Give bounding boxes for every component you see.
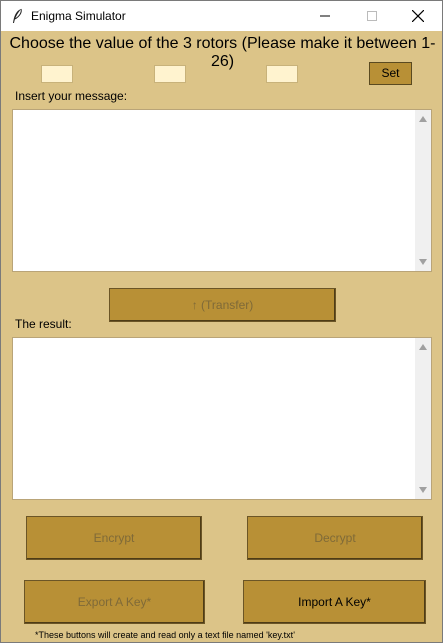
set-button[interactable]: Set [369, 62, 412, 85]
scroll-down-icon[interactable] [419, 259, 427, 265]
window-title: Enigma Simulator [31, 9, 126, 23]
decrypt-button[interactable]: Decrypt [247, 516, 423, 560]
result-scrollbar[interactable] [415, 338, 431, 499]
rotor-2-input[interactable] [154, 65, 186, 83]
rotor-3-input[interactable] [266, 65, 298, 83]
message-label: Insert your message: [15, 89, 128, 103]
message-scrollbar[interactable] [415, 110, 431, 271]
scroll-up-icon[interactable] [419, 116, 427, 122]
close-icon [412, 10, 424, 22]
encrypt-button[interactable]: Encrypt [26, 516, 202, 560]
rotor-1-input[interactable] [41, 65, 73, 83]
import-key-button[interactable]: Import A Key* [243, 580, 426, 624]
scroll-up-icon[interactable] [419, 344, 427, 350]
result-textarea[interactable] [12, 337, 432, 500]
export-key-button[interactable]: Export A Key* [24, 580, 205, 624]
close-button[interactable] [395, 1, 441, 31]
scroll-down-icon[interactable] [419, 487, 427, 493]
minimize-icon [320, 15, 330, 17]
feather-icon [13, 8, 22, 23]
result-label: The result: [15, 317, 72, 331]
maximize-icon [367, 11, 377, 21]
maximize-button[interactable] [349, 1, 395, 31]
footnote: *These buttons will create and read only… [35, 630, 295, 640]
minimize-button[interactable] [302, 1, 348, 31]
app-window: Enigma Simulator Choose the value of the… [0, 0, 443, 643]
title-bar: Enigma Simulator [1, 1, 442, 31]
transfer-button[interactable]: ↑ (Transfer) [109, 288, 336, 322]
message-textarea[interactable] [12, 109, 432, 272]
